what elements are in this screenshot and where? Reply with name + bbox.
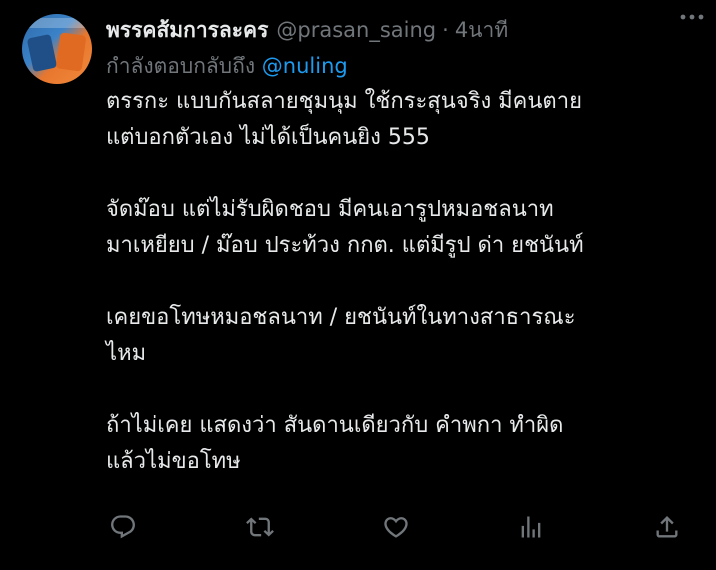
share-button[interactable]: [650, 512, 684, 546]
tweet-text: ตรรกะ แบบกันสลายชุมนุม ใช้กระสุนจริง มีค…: [106, 84, 696, 480]
tweet-paragraph: ตรรกะ แบบกันสลายชุมนุม ใช้กระสุนจริง มีค…: [106, 84, 696, 156]
tweet-line: ตรรกะ แบบกันสลายชุมนุม ใช้กระสุนจริง มีค…: [106, 89, 582, 114]
views-button[interactable]: [514, 512, 548, 546]
tweet-line: แต่บอกตัวเอง ไม่ได้เป็นคนยิง 555: [106, 125, 430, 150]
user-handle[interactable]: @prasan_saing: [276, 18, 436, 42]
views-icon: [517, 513, 545, 545]
separator-dot: ·: [442, 18, 449, 42]
tweet-actions: [106, 512, 686, 548]
tweet-line: เคยขอโทษหมอชลนาท / ยชนันท์ในทางสาธารณะ: [106, 305, 576, 330]
timestamp[interactable]: 4นาที: [455, 14, 508, 47]
reply-icon: [109, 513, 137, 545]
like-icon: [382, 513, 410, 545]
tweet-line: มาเหยียบ / ม๊อบ ประท้วง กกต. แต่มีรูป ด่…: [106, 233, 584, 258]
reply-prefix: กำลังตอบกลับถึง: [106, 54, 256, 78]
reply-context: กำลังตอบกลับถึง @nuling: [106, 48, 696, 84]
like-button[interactable]: [379, 512, 413, 546]
avatar-shape-orange: [55, 32, 87, 72]
tweet-paragraph: จัดม๊อบ แต่ไม่รับผิดชอบ มีคนเอารูปหมอชลน…: [106, 192, 696, 264]
avatar[interactable]: [22, 14, 92, 84]
retweet-icon: [246, 513, 274, 545]
share-icon: [653, 513, 681, 545]
tweet-paragraph: เคยขอโทษหมอชลนาท / ยชนันท์ในทางสาธารณะ ไ…: [106, 300, 696, 372]
avatar-strip: [22, 18, 92, 28]
reply-button[interactable]: [106, 512, 140, 546]
tweet-line: แล้วไม่ขอโทษ: [106, 449, 241, 474]
retweet-button[interactable]: [243, 512, 277, 546]
more-options-icon[interactable]: [676, 6, 708, 28]
mention-link[interactable]: @nuling: [262, 54, 348, 78]
tweet-card[interactable]: พรรคส้มการละคร @prasan_saing · 4นาที กำล…: [0, 0, 716, 570]
tweet-line: ไหม: [106, 341, 147, 366]
avatar-shape-blue: [26, 33, 58, 73]
tweet-line: จัดม๊อบ แต่ไม่รับผิดชอบ มีคนเอารูปหมอชลน…: [106, 197, 554, 222]
tweet-paragraph: ถ้าไม่เคย แสดงว่า สันดานเดียวกับ คำพกา ท…: [106, 408, 696, 480]
tweet-line: ถ้าไม่เคย แสดงว่า สันดานเดียวกับ คำพกา ท…: [106, 413, 564, 438]
display-name[interactable]: พรรคส้มการละคร: [106, 14, 268, 47]
tweet-header: พรรคส้มการละคร @prasan_saing · 4นาที: [106, 14, 696, 48]
tweet-content: พรรคส้มการละคร @prasan_saing · 4นาที กำล…: [106, 14, 696, 480]
